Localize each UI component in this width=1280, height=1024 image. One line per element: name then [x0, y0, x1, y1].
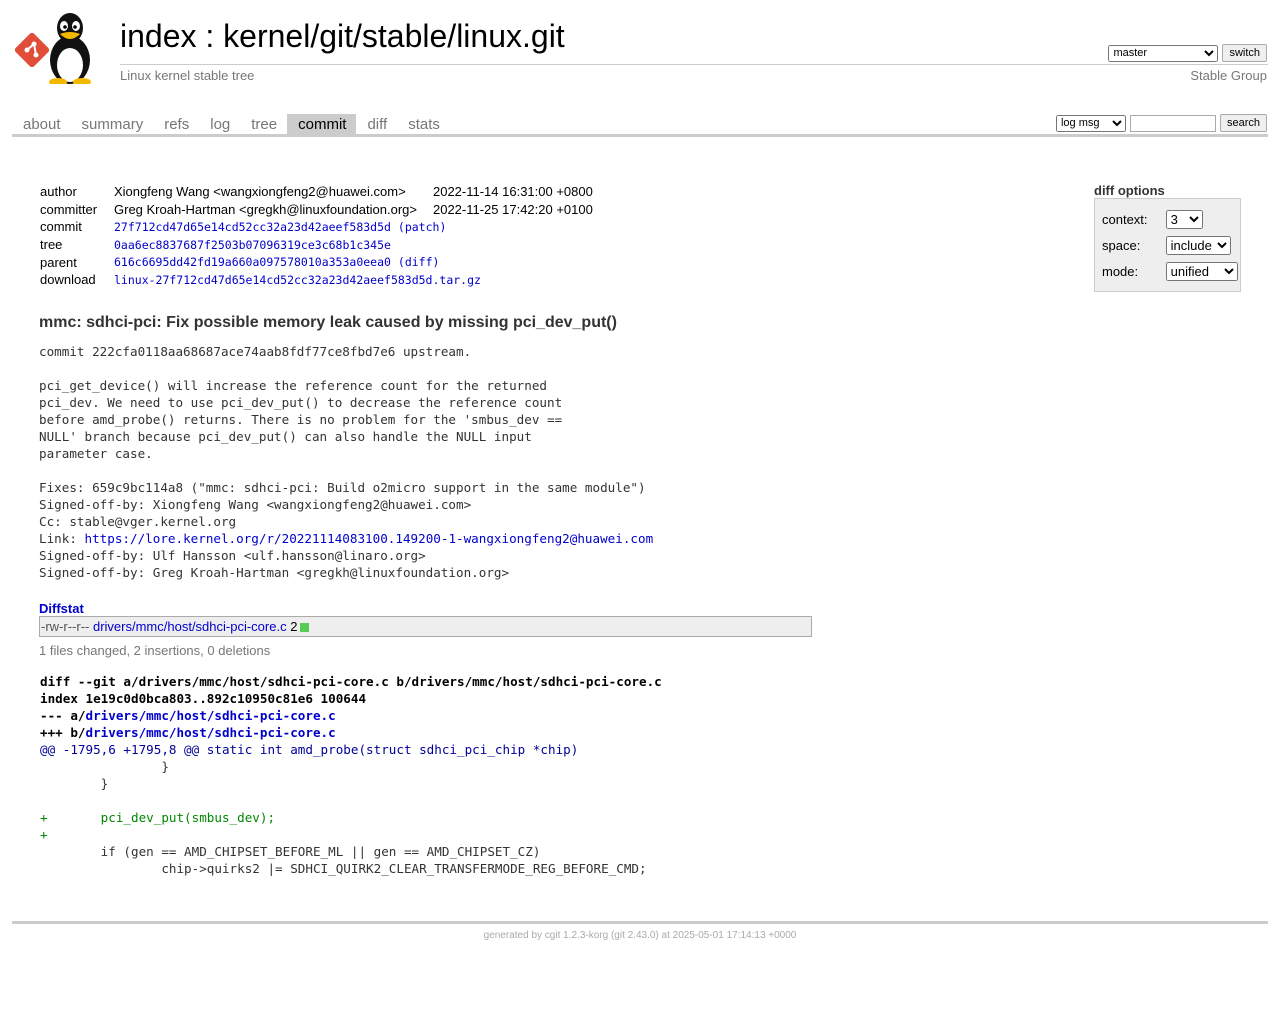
repo-owner: Stable Group [1190, 68, 1267, 83]
git-penguin-logo-icon [14, 13, 91, 86]
mode-label: mode: [1102, 264, 1139, 279]
cgit-logo[interactable] [14, 12, 110, 86]
download-cell: linux-27f712cd47d65e14cd52cc32a23d42aeef… [112, 271, 595, 289]
footer-rest: (git 2.43.0) at 2025-05-01 17:14:13 +000… [608, 930, 797, 941]
tab-refs[interactable]: refs [153, 114, 199, 134]
author-value: Xiongfeng Wang <wangxiongfeng2@huawei.co… [114, 184, 406, 200]
commit-row: commit 27f712cd47d65e14cd52cc32a23d42aee… [38, 218, 595, 236]
author-date: 2022-11-14 16:31:00 +0800 [432, 184, 593, 200]
cgit-link[interactable]: cgit 1.2.3-korg [545, 930, 608, 941]
message-body: commit 222cfa0118aa68687ace74aab8fdf77ce… [39, 344, 646, 529]
footer: generated by cgit 1.2.3-korg (git 2.43.0… [0, 930, 1280, 941]
mode-option: mode: unified [1102, 262, 1238, 281]
context-line: chip->quirks2 |= SDHCI_QUIRK2_CLEAR_TRAN… [40, 861, 647, 876]
minus-file-link[interactable]: drivers/mmc/host/sdhci-pci-core.c [86, 708, 336, 723]
search-input[interactable] [1129, 114, 1216, 132]
plus-prefix: +++ b/ [40, 725, 86, 740]
parent-row: parent 616c6695dd42fd19a660a097578010a35… [38, 253, 595, 271]
committer-row: committer Greg Kroah-Hartman <gregkh@lin… [38, 201, 595, 219]
author-label: author [40, 184, 77, 200]
tab-commit[interactable]: commit [287, 114, 357, 134]
tree-label: tree [40, 237, 63, 253]
diffstat-file-link[interactable]: drivers/mmc/host/sdhci-pci-core.c [93, 619, 287, 634]
repo-description: Linux kernel stable tree [120, 68, 255, 83]
diff-view: diff --git a/drivers/mmc/host/sdhci-pci-… [40, 673, 662, 877]
parent-sha-link[interactable]: 616c6695dd42fd19a660a097578010a353a0eea0 [114, 255, 391, 269]
commit-label: commit [40, 219, 82, 235]
repo-link[interactable]: kernel/git/stable/linux.git [223, 18, 565, 54]
header-divider [120, 64, 1268, 65]
committer-value: Greg Kroah-Hartman <gregkh@linuxfoundati… [114, 201, 417, 217]
context-select[interactable]: 3 [1165, 210, 1203, 229]
search-form: log msg search [1055, 114, 1267, 132]
context-line: if (gen == AMD_CHIPSET_BEFORE_ML || gen … [40, 844, 541, 859]
branch-select[interactable]: master [1108, 44, 1219, 62]
file-mode: -rw-r--r-- [41, 619, 90, 634]
download-link[interactable]: linux-27f712cd47d65e14cd52cc32a23d42aeef… [114, 273, 481, 287]
context-option: context: 3 [1102, 210, 1203, 229]
commit-subject: mmc: sdhci-pci: Fix possible memory leak… [39, 314, 617, 331]
diff-header-line: diff --git a/drivers/mmc/host/sdhci-pci-… [40, 674, 662, 689]
diff-options-panel: context: 3 space: include mode: unified [1094, 198, 1241, 292]
tab-tree[interactable]: tree [240, 114, 287, 134]
added-line: + [40, 827, 48, 842]
space-select[interactable]: include [1165, 236, 1231, 255]
diff-minus-line: --- a/drivers/mmc/host/sdhci-pci-core.c [40, 707, 662, 724]
link-prefix: Link: [39, 531, 85, 546]
tab-stats[interactable]: stats [397, 114, 450, 134]
plus-file-link[interactable]: drivers/mmc/host/sdhci-pci-core.c [86, 725, 336, 740]
message-tail: Signed-off-by: Ulf Hansson <ulf.hansson@… [39, 548, 510, 580]
tab-about[interactable]: about [12, 114, 71, 134]
parent-diff-link[interactable]: diff [405, 255, 433, 269]
diffstat-graph-bar [300, 623, 310, 633]
diff-index-line: index 1e19c0d0bca803..892c10950c81e6 100… [40, 691, 367, 706]
tree-cell: 0aa6ec8837687f2503b07096319ce3c68b1c345e [112, 236, 595, 254]
footer-prefix: generated by [483, 930, 545, 941]
switch-button[interactable]: switch [1222, 44, 1267, 62]
space-label: space: [1102, 238, 1141, 253]
commit-cell: 27f712cd47d65e14cd52cc32a23d42aeef583d5d… [114, 219, 447, 234]
context-line: } [40, 776, 109, 791]
author-row: author Xiongfeng Wang <wangxiongfeng2@hu… [38, 183, 595, 201]
index-link[interactable]: index [120, 18, 197, 54]
context-label: context: [1102, 212, 1148, 227]
search-button[interactable]: search [1219, 114, 1267, 132]
commit-message: commit 222cfa0118aa68687ace74aab8fdf77ce… [39, 343, 653, 581]
branch-switch-form: master switch [1108, 44, 1267, 62]
patch-link[interactable]: patch [405, 220, 440, 234]
diffstat-changes: 2 [290, 619, 298, 634]
diffstat-heading[interactable]: Diffstat [39, 601, 84, 616]
page-title: index : kernel/git/stable/linux.git [120, 16, 565, 56]
footer-divider [12, 921, 1268, 924]
commit-sha-link[interactable]: 27f712cd47d65e14cd52cc32a23d42aeef583d5d [114, 220, 391, 234]
committer-date: 2022-11-25 17:42:20 +0100 [432, 201, 593, 217]
added-line: + pci_dev_put(smbus_dev); [40, 810, 276, 825]
tree-sha-link[interactable]: 0aa6ec8837687f2503b07096319ce3c68b1c345e [114, 238, 391, 252]
tab-log[interactable]: log [199, 114, 240, 134]
context-line: } [40, 759, 169, 774]
diff-options-title: diff options [1094, 183, 1165, 198]
context-line: ​ [40, 792, 662, 809]
tree-row: tree 0aa6ec8837687f2503b07096319ce3c68b1… [38, 236, 595, 254]
title-separator: : [196, 18, 224, 54]
mode-select[interactable]: unified [1165, 262, 1238, 281]
parent-label: parent [40, 254, 77, 270]
lore-link[interactable]: https://lore.kernel.org/r/20221114083100… [85, 531, 654, 546]
tab-summary[interactable]: summary [71, 114, 154, 134]
diffstat-table: -rw-r--r-- drivers/mmc/host/sdhci-pci-co… [39, 616, 812, 637]
tab-diff[interactable]: diff [356, 114, 397, 134]
download-row: download linux-27f712cd47d65e14cd52cc32a… [38, 271, 595, 289]
hunk-header: @@ -1795,6 +1795,8 @@ static int amd_pro… [40, 742, 579, 757]
parent-cell: 616c6695dd42fd19a660a097578010a353a0eea0… [114, 255, 440, 270]
minus-prefix: --- a/ [40, 708, 86, 723]
download-label: download [40, 272, 96, 288]
diff-plus-line: +++ b/drivers/mmc/host/sdhci-pci-core.c [40, 724, 662, 741]
commit-info-table: author Xiongfeng Wang <wangxiongfeng2@hu… [38, 183, 595, 289]
space-option: space: include [1102, 236, 1231, 255]
search-type-select[interactable]: log msg [1055, 114, 1126, 132]
diffstat-summary: 1 files changed, 2 insertions, 0 deletio… [39, 643, 271, 658]
committer-label: committer [40, 201, 98, 217]
